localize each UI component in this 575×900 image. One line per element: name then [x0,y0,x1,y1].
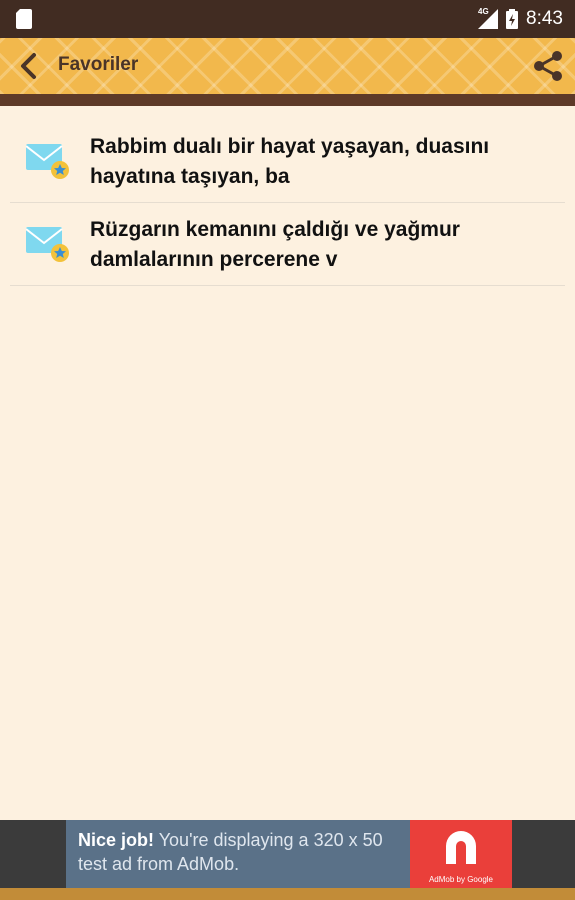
battery-icon [506,9,519,29]
toolbar-border [0,94,575,106]
ad-logo-caption: AdMob by Google [428,875,494,884]
page-title: Favoriler [58,54,139,75]
status-icons: 4G 8:43 [476,0,563,38]
list-item-text: Rüzgarın kemanını çaldığı ve yağmur daml… [90,218,460,271]
chevron-left-icon[interactable] [14,50,46,82]
mail-star-icon [26,144,69,179]
list-item-text: Rabbim dualı bir hayat yaşayan, duasını … [90,135,490,188]
network-type: 4G [478,7,489,16]
mail-star-icon [26,227,69,262]
favorites-list: Rabbim dualı bir hayat yaşayan, duasını … [10,120,565,286]
sim-card-icon [16,9,32,29]
bottom-strip [0,888,575,900]
status-bar: 4G 8:43 [0,0,575,38]
ad-banner[interactable]: Nice job! You're displaying a 320 x 50 t… [66,820,512,888]
ad-text: Nice job! You're displaying a 320 x 50 t… [78,828,398,876]
signal-icon: 4G [476,7,499,29]
share-icon[interactable] [531,49,565,83]
toolbar: Favoriler [0,38,575,94]
ad-area: Nice job! You're displaying a 320 x 50 t… [0,820,575,888]
list-item[interactable]: Rabbim dualı bir hayat yaşayan, duasını … [10,120,565,203]
ad-headline: Nice job! [78,830,155,850]
admob-logo: AdMob by Google [410,820,512,888]
status-time: 8:43 [526,8,563,29]
admob-icon [446,831,476,864]
list-item[interactable]: Rüzgarın kemanını çaldığı ve yağmur daml… [10,203,565,286]
